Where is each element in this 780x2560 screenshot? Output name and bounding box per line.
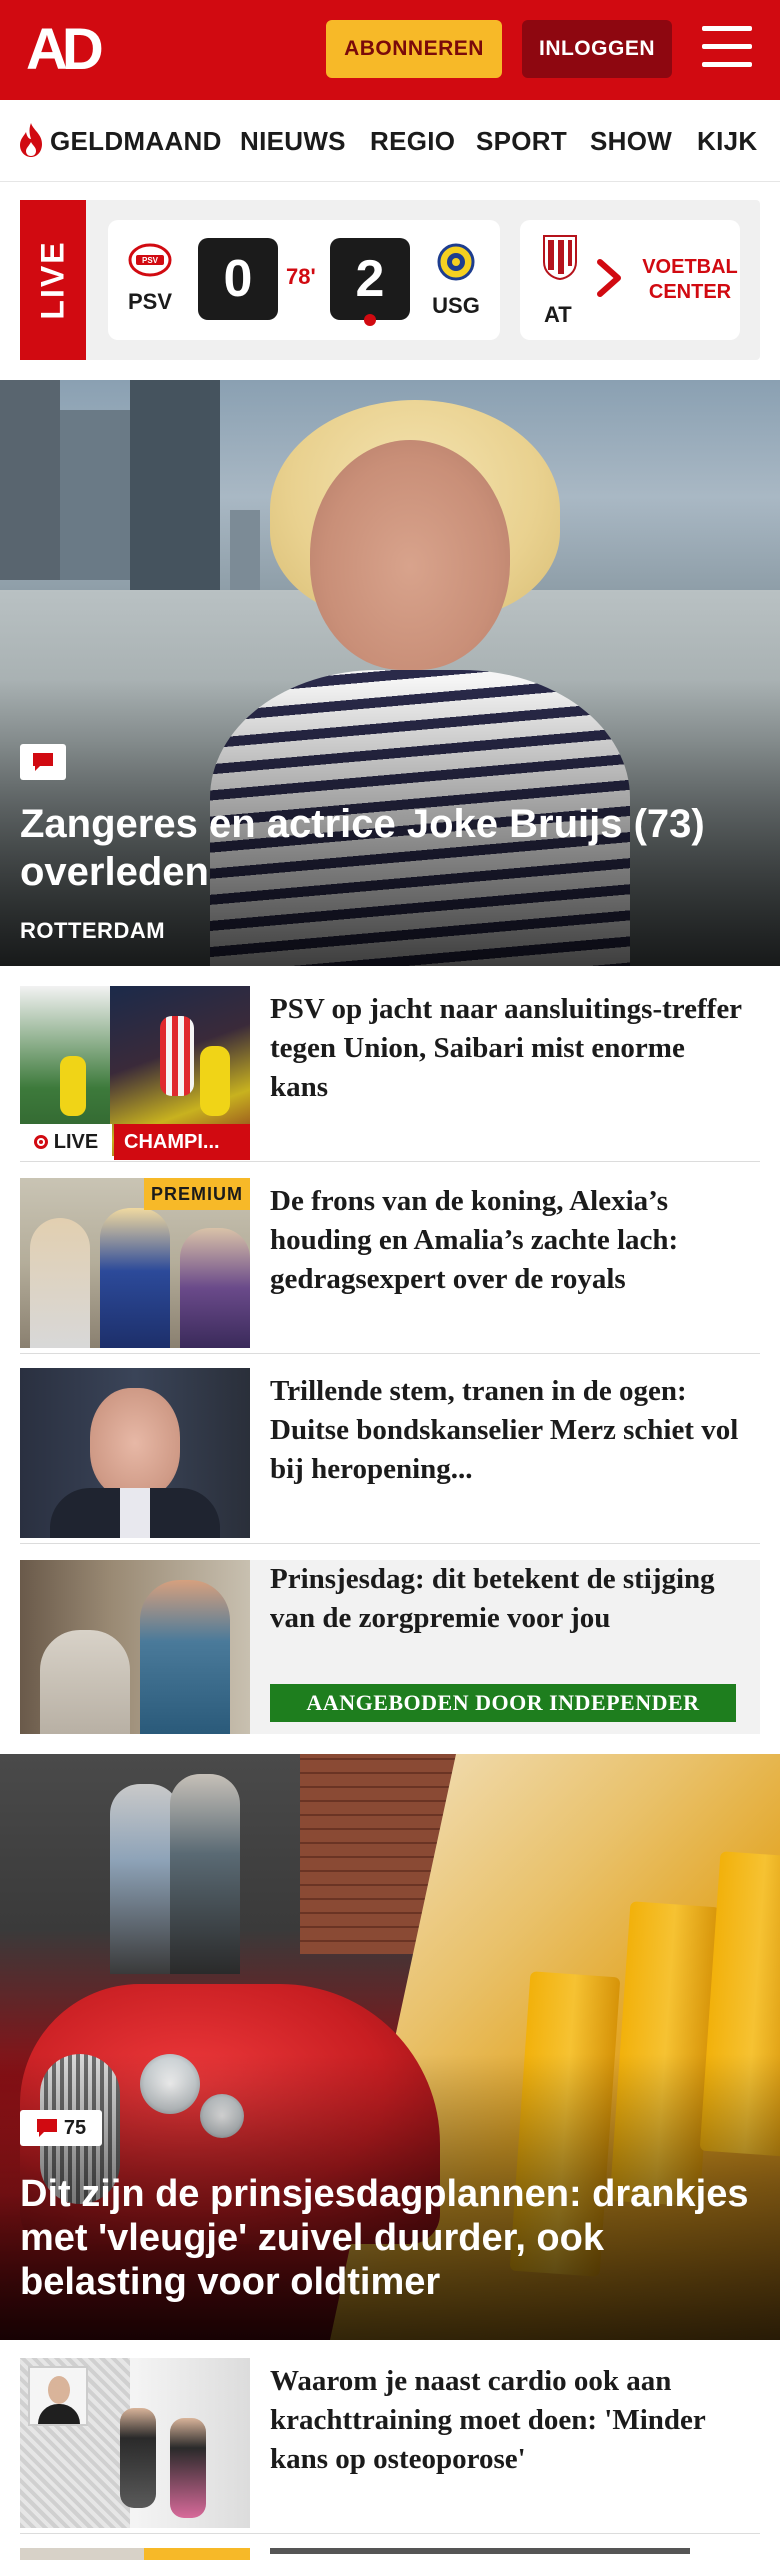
article-title[interactable]: Waarom je naast cardio ook aan krachttra…: [270, 2362, 750, 2479]
list-item[interactable]: PREMIUM De frons van de koning, Alexia’s…: [20, 1178, 760, 1354]
article-thumbnail: [20, 1560, 250, 1734]
hero-bg-building: [230, 510, 260, 590]
flame-icon: [20, 123, 42, 157]
hero-article[interactable]: Zangeres en actrice Joke Bruijs (73) ove…: [0, 380, 780, 966]
nav-item-geldmaand[interactable]: GELDMAAND: [50, 126, 222, 157]
live-tag: LIVE: [20, 200, 86, 360]
home-club: PSV PSV: [120, 242, 180, 315]
comment-icon: [36, 2119, 57, 2137]
premium-badge: PREMIUM: [144, 1178, 250, 1210]
hero2-title[interactable]: Dit zijn de prinsjesdagplannen: drankjes…: [20, 2172, 770, 2304]
hero2-person: [170, 1774, 240, 1974]
nav-item-sport[interactable]: SPORT: [476, 126, 567, 157]
category-chip: CHAMPI...: [114, 1124, 250, 1160]
goal-indicator: [364, 314, 376, 326]
article-title-cutoff: [270, 2548, 750, 2560]
list-item[interactable]: Waarom je naast cardio ook aan krachttra…: [20, 2358, 760, 2534]
article-thumbnail: [20, 1368, 250, 1538]
comment-icon: [33, 753, 53, 771]
article-thumbnail-cutoff: [20, 2548, 250, 2560]
article-thumbnail: PREMIUM: [20, 1178, 250, 1348]
hero-bg-building: [60, 410, 130, 580]
list-item[interactable]: LIVE CHAMPI... PSV op jacht naar aanslui…: [20, 986, 760, 1162]
home-score: 0: [198, 238, 278, 320]
cutoff-text-line: [270, 2548, 690, 2560]
svg-text:PSV: PSV: [142, 256, 159, 265]
athletic-crest-icon: [543, 235, 577, 280]
live-dot-icon: [33, 1135, 48, 1149]
article-title[interactable]: Trillende stem, tranen in de ogen: Duits…: [270, 1372, 750, 1489]
thumb-inset-portrait: [28, 2366, 88, 2426]
article-title[interactable]: PSV op jacht naar aansluitings-treffer t…: [270, 990, 750, 1107]
comment-count: 75: [63, 2116, 87, 2139]
voetbal-center-link[interactable]: VOETBAL CENTER: [640, 220, 740, 340]
nav-item-nieuws[interactable]: NIEUWS: [240, 126, 346, 157]
live-score-ticker: LIVE PSV PSV 0 78' 2 USG AT VOETBAL CENT…: [20, 200, 760, 360]
thumb-person: [40, 1630, 130, 1734]
comment-badge: [20, 744, 66, 780]
live-chip: LIVE: [20, 1124, 112, 1160]
article-thumbnail: [20, 2358, 250, 2528]
article-title[interactable]: De frons van de koning, Alexia’s houding…: [270, 1182, 750, 1299]
usg-crest-icon: [437, 243, 475, 281]
thumb-person: [180, 1228, 250, 1348]
thumb-inset-face: [48, 2376, 70, 2404]
main-nav: GELDMAAND NIEUWS REGIO SPORT SHOW KIJK: [0, 100, 780, 182]
hero-bg-building: [0, 380, 60, 580]
hero-person-face: [310, 440, 510, 670]
nav-item-regio[interactable]: REGIO: [370, 126, 455, 157]
away-score: 2: [330, 238, 410, 320]
thumb-person: [30, 1218, 90, 1348]
sponsored-label: AANGEBODEN DOOR INDEPENDER: [270, 1684, 736, 1722]
hero-title[interactable]: Zangeres en actrice Joke Bruijs (73) ove…: [20, 800, 760, 896]
home-club-name: PSV: [127, 289, 173, 314]
sponsored-article[interactable]: Prinsjesdag: dit betekent de stijging va…: [20, 1560, 760, 1734]
site-header: AD ABONNEREN INLOGGEN: [0, 0, 780, 100]
login-button[interactable]: INLOGGEN: [522, 20, 672, 78]
thumb-person-shirt: [120, 1488, 150, 1538]
chevron-right-icon[interactable]: [592, 256, 626, 300]
thumb-person: [100, 1208, 170, 1348]
hero-article[interactable]: 75 Dit zijn de prinsjesdagplannen: drank…: [0, 1754, 780, 2340]
comment-badge: 75: [20, 2110, 102, 2146]
thumb-player: [60, 1056, 86, 1116]
thumb-person: [120, 2408, 156, 2508]
hero-bg-building: [130, 380, 220, 590]
premium-badge-cutoff: [144, 2548, 250, 2560]
hero-location: ROTTERDAM: [20, 918, 166, 943]
article-title[interactable]: Prinsjesdag: dit betekent de stijging va…: [270, 1560, 750, 1638]
list-item[interactable]: Trillende stem, tranen in de ogen: Duits…: [20, 1368, 760, 1544]
thumb-person-face: [90, 1388, 180, 1498]
menu-icon[interactable]: [702, 26, 752, 72]
psv-crest-icon: PSV: [128, 243, 172, 277]
away-club: USG: [426, 242, 486, 319]
thumb-inset-body: [38, 2404, 80, 2424]
live-chip-label: LIVE: [53, 1130, 99, 1153]
thumb-player: [200, 1046, 230, 1116]
thumb-person: [170, 2418, 206, 2518]
nav-item-show[interactable]: SHOW: [590, 126, 672, 157]
ad-logo[interactable]: AD: [26, 21, 116, 79]
nav-item-kijk[interactable]: KIJK: [697, 126, 757, 157]
subscribe-button[interactable]: ABONNEREN: [326, 20, 502, 78]
next-club-name: AT: [544, 302, 572, 327]
thumb-player: [160, 1016, 194, 1096]
away-club-name: USG: [432, 293, 480, 318]
thumb-person: [140, 1580, 230, 1734]
match-minute: 78': [286, 264, 316, 289]
match-card[interactable]: PSV PSV 0 78' 2 USG: [108, 220, 500, 340]
